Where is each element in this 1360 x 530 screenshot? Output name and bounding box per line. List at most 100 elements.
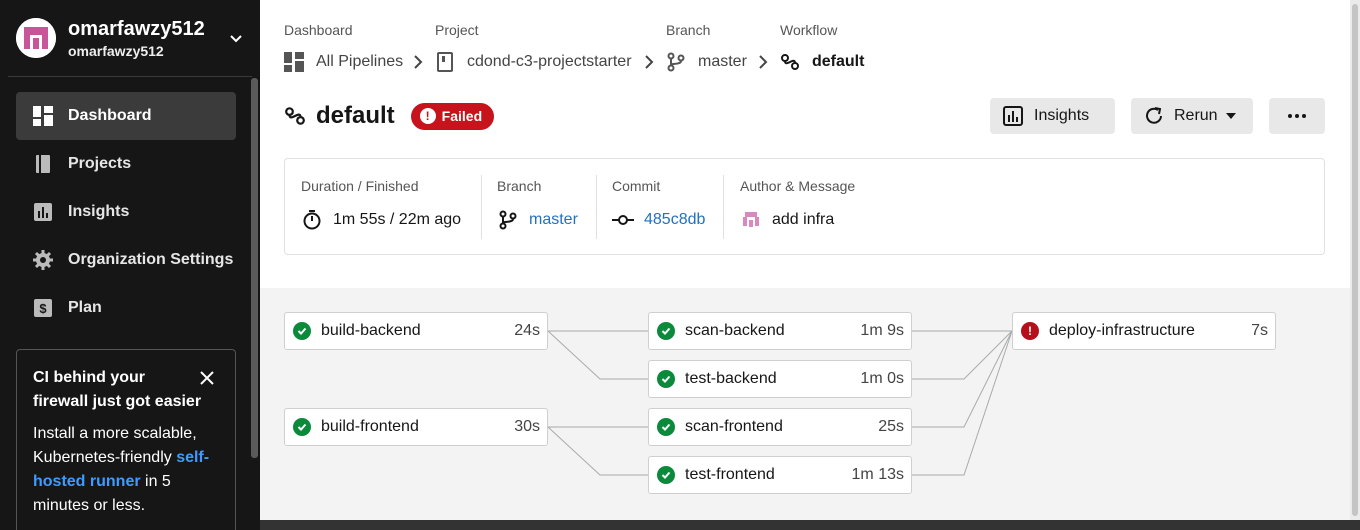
branch-section: Branch master — [497, 175, 597, 241]
sidebar-scrollbar[interactable] — [251, 78, 258, 458]
sidebar-item-label: Plan — [68, 299, 102, 316]
rerun-button[interactable]: Rerun — [1131, 98, 1253, 134]
branch-icon — [666, 52, 686, 72]
sidebar-item-label: Insights — [68, 203, 130, 220]
job-name: scan-frontend — [685, 418, 783, 435]
status-text: Failed — [441, 108, 483, 124]
job-build-frontend[interactable]: build-frontend 30s — [284, 408, 548, 446]
org-name: omarfawzy512 — [68, 43, 164, 59]
job-duration: 30s — [514, 418, 540, 435]
breadcrumb-label: Dashboard — [284, 22, 353, 38]
insights-button[interactable]: Insights — [990, 98, 1115, 134]
refresh-icon — [1143, 105, 1165, 127]
sidebar-item-plan[interactable]: $ Plan — [16, 284, 236, 332]
breadcrumb-project[interactable]: cdond-c3-projectstarter — [435, 51, 632, 73]
main-content: Dashboard Project Branch Workflow All Pi… — [260, 0, 1360, 530]
job-duration: 1m 0s — [860, 370, 904, 387]
chevron-down-icon[interactable] — [228, 30, 244, 46]
project-icon — [435, 52, 455, 72]
dashboard-icon — [33, 106, 53, 126]
promo-title: CI behind your firewall just got easier — [33, 369, 202, 410]
branch-label: Branch — [497, 178, 542, 194]
bottom-bar — [260, 520, 1360, 530]
divider — [481, 175, 482, 239]
author-avatar — [740, 209, 762, 231]
sidebar: omarfawzy512 omarfawzy512 Dashboard Proj… — [0, 0, 260, 530]
author-value: add infra — [740, 209, 834, 231]
status-badge: ! Failed — [410, 102, 495, 130]
divider — [8, 76, 252, 77]
job-build-backend[interactable]: build-backend 24s — [284, 312, 548, 350]
caret-down-icon — [1225, 113, 1236, 119]
promo-body: Install a more scalable, Kubernetes-frie… — [33, 422, 219, 518]
sidebar-item-label: Organization Settings — [68, 251, 234, 268]
workflow-name: default — [316, 102, 395, 129]
close-icon[interactable] — [199, 370, 215, 386]
breadcrumb-all-pipelines[interactable]: All Pipelines — [284, 51, 403, 73]
job-duration: 1m 13s — [851, 466, 904, 483]
chevron-right-icon — [759, 55, 768, 69]
divider — [723, 175, 724, 239]
promo-card: CI behind your firewall just got easier … — [16, 349, 236, 530]
commit-message: add infra — [772, 211, 835, 228]
check-circle-icon — [293, 322, 311, 340]
gear-icon — [33, 250, 53, 270]
duration-text: 1m 55s / 22m ago — [333, 211, 462, 228]
author-section: Author & Message add infra — [740, 175, 1040, 241]
branch-link[interactable]: master — [529, 211, 578, 229]
more-horizontal-icon — [1288, 114, 1306, 118]
svg-text:$: $ — [39, 301, 47, 316]
breadcrumb-label: Workflow — [780, 22, 838, 38]
sidebar-item-organization-settings[interactable]: Organization Settings — [16, 236, 236, 284]
sidebar-item-dashboard[interactable]: Dashboard — [16, 92, 236, 140]
commit-icon — [612, 209, 634, 231]
chevron-right-icon — [414, 55, 423, 69]
avatar — [16, 18, 56, 58]
duration-value: 1m 55s / 22m ago — [301, 209, 461, 231]
job-duration: 24s — [514, 322, 540, 339]
promo-text: Install a more scalable, Kubernetes-frie… — [33, 425, 197, 466]
duration-section: Duration / Finished 1m 55s / 22m ago — [301, 175, 481, 241]
branch-icon — [497, 209, 519, 231]
check-circle-icon — [657, 322, 675, 340]
job-name: build-backend — [321, 322, 421, 339]
rerun-button-label: Rerun — [1174, 107, 1218, 124]
job-name: test-backend — [685, 370, 777, 387]
stopwatch-icon — [301, 209, 323, 231]
job-name: test-frontend — [685, 466, 775, 483]
insights-icon — [1002, 105, 1024, 127]
workflow-graph: build-backend 24s build-frontend 30s sca… — [260, 288, 1350, 520]
sidebar-item-projects[interactable]: Projects — [16, 140, 236, 188]
divider — [596, 175, 597, 239]
job-scan-backend[interactable]: scan-backend 1m 9s — [648, 312, 912, 350]
job-test-frontend[interactable]: test-frontend 1m 13s — [648, 456, 912, 494]
dollar-icon: $ — [33, 298, 53, 318]
job-scan-frontend[interactable]: scan-frontend 25s — [648, 408, 912, 446]
job-duration: 7s — [1251, 322, 1268, 339]
pipelines-icon — [284, 52, 304, 72]
job-deploy-infrastructure[interactable]: ! deploy-infrastructure 7s — [1012, 312, 1276, 350]
branch-value[interactable]: master — [497, 209, 578, 231]
job-test-backend[interactable]: test-backend 1m 0s — [648, 360, 912, 398]
more-options-button[interactable] — [1269, 98, 1325, 134]
sidebar-item-label: Dashboard — [68, 107, 152, 124]
job-duration: 1m 9s — [860, 322, 904, 339]
commit-link[interactable]: 485c8db — [644, 211, 705, 229]
user-name: omarfawzy512 — [68, 18, 205, 40]
commit-section: Commit 485c8db — [612, 175, 722, 241]
page-scrollbar[interactable] — [1350, 0, 1360, 520]
breadcrumb-label: Branch — [666, 22, 711, 38]
page-title: default ! Failed — [284, 100, 495, 132]
book-icon — [33, 154, 53, 174]
commit-value[interactable]: 485c8db — [612, 209, 705, 231]
sidebar-item-insights[interactable]: Insights — [16, 188, 236, 236]
user-switcher[interactable]: omarfawzy512 omarfawzy512 — [16, 18, 252, 60]
check-circle-icon — [657, 418, 675, 436]
job-duration: 25s — [878, 418, 904, 435]
workflow-icon — [780, 52, 800, 72]
scrollbar-thumb[interactable] — [1352, 4, 1358, 516]
check-circle-icon — [293, 418, 311, 436]
breadcrumb-workflow[interactable]: default — [780, 51, 864, 73]
job-name: build-frontend — [321, 418, 419, 435]
breadcrumb-branch[interactable]: master — [666, 51, 747, 73]
